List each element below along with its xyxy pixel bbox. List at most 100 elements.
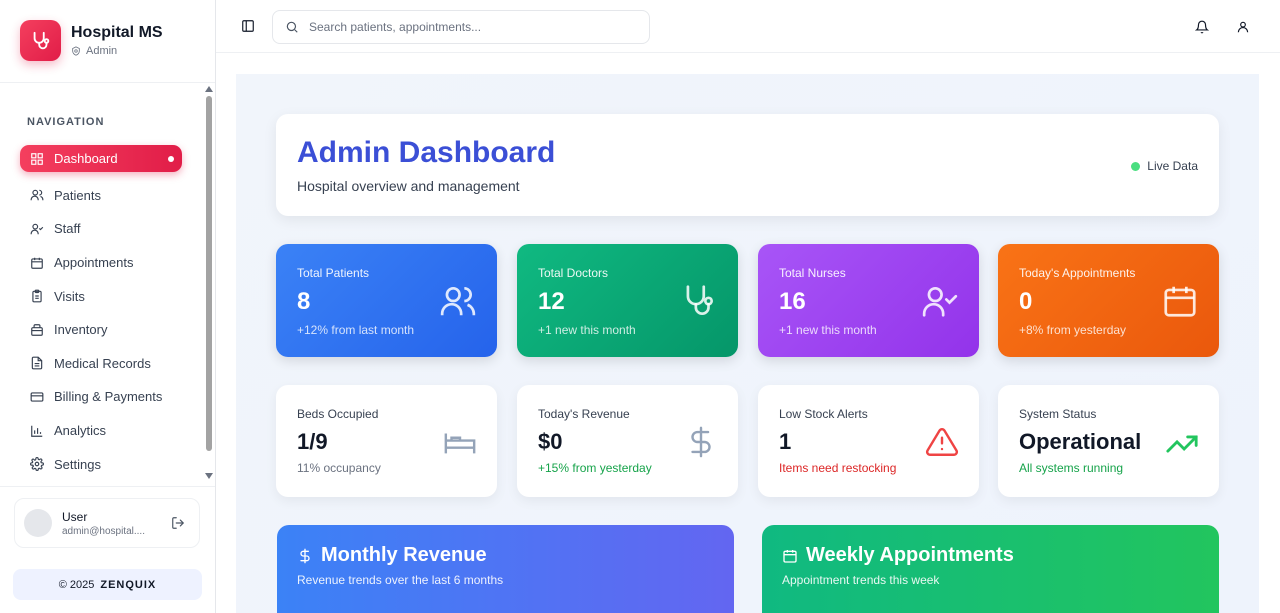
panel-subtitle: Revenue trends over the last 6 months	[297, 573, 504, 587]
calendar-icon	[783, 549, 797, 563]
stat-card-total-nurses[interactable]: Total Nurses 16 +1 new this month	[758, 244, 979, 357]
copyright: © 2025	[58, 578, 95, 591]
stat-value: 16	[779, 288, 806, 315]
user-email: admin@hospital....	[62, 525, 145, 537]
sidebar-item-inventory[interactable]: Inventory	[20, 313, 182, 347]
main-content: Admin Dashboard Hospital overview and ma…	[236, 74, 1259, 613]
calendar-icon	[31, 257, 43, 269]
sidebar-toggle-icon[interactable]	[241, 19, 255, 33]
sidebar-item-settings[interactable]: Settings	[20, 447, 182, 481]
live-dot	[1131, 161, 1141, 171]
sidebar-item-label: Visits	[54, 288, 85, 304]
stat-value: 1/9	[297, 429, 328, 454]
stat-label: Today's Revenue	[538, 407, 630, 421]
panel-title: Weekly Appointments	[806, 544, 1014, 566]
alert-triangle-icon	[925, 428, 959, 456]
stat-note: 11% occupancy	[297, 461, 381, 475]
stat-card-total-doctors[interactable]: Total Doctors 12 +1 new this month	[517, 244, 738, 357]
stat-card-beds-occupied[interactable]: Beds Occupied 1/9 11% occupancy	[276, 385, 497, 497]
scrollbar-thumb[interactable]	[206, 96, 212, 451]
bed-icon	[444, 433, 476, 454]
sidebar-item-billing[interactable]: Billing & Payments	[20, 380, 182, 414]
user-card[interactable]: User admin@hospital....	[14, 498, 200, 548]
stat-value: 1	[779, 429, 792, 454]
dollar-icon	[300, 548, 310, 563]
page-title: Admin Dashboard	[297, 136, 556, 169]
active-dot	[168, 155, 174, 162]
stethoscope-logo-icon	[20, 20, 61, 61]
sidebar-item-patients[interactable]: Patients	[20, 179, 182, 213]
stat-label: Total Nurses	[779, 266, 846, 280]
page-subtitle: Hospital overview and management	[297, 178, 520, 194]
search-icon	[286, 21, 298, 33]
stat-card-low-stock-alerts[interactable]: Low Stock Alerts 1 Items need restocking	[758, 385, 979, 497]
users-icon	[440, 286, 476, 316]
clipboard-icon	[32, 289, 42, 303]
stat-note: +1 new this month	[538, 323, 636, 337]
sidebar-item-label: Analytics	[54, 423, 107, 439]
dashboard-header: Admin Dashboard Hospital overview and ma…	[276, 114, 1219, 216]
sidebar-item-analytics[interactable]: Analytics	[20, 414, 182, 448]
users-icon	[30, 190, 44, 201]
trending-up-icon	[1166, 435, 1198, 453]
stat-label: Low Stock Alerts	[779, 407, 868, 421]
user-name: User	[62, 509, 88, 524]
stat-label: System Status	[1019, 407, 1097, 421]
stat-value: Operational	[1019, 429, 1142, 454]
sidebar-item-label: Staff	[54, 221, 81, 237]
footer-brand: ZENQUIX	[100, 578, 157, 591]
stat-note: All systems running	[1019, 461, 1124, 475]
sidebar-item-label: Dashboard	[54, 151, 118, 166]
footer: © 2025 ZENQUIX	[13, 569, 202, 600]
stat-card-todays-revenue[interactable]: Today's Revenue $0 +15% from yesterday	[517, 385, 738, 497]
divider	[0, 82, 215, 83]
user-check-icon	[922, 286, 958, 317]
stat-note: Items need restocking	[779, 461, 897, 475]
brand[interactable]: Hospital MS Admin	[20, 20, 163, 61]
sidebar-item-label: Medical Records	[54, 355, 151, 371]
sidebar-item-label: Inventory	[54, 322, 108, 338]
stat-note: +12% from last month	[297, 323, 415, 337]
dollar-icon	[691, 426, 711, 458]
scroll-down-arrow-icon[interactable]	[205, 473, 213, 479]
stat-value: 12	[538, 288, 565, 315]
panel-title: Monthly Revenue	[321, 544, 487, 566]
stat-card-system-status[interactable]: System Status Operational All systems ru…	[998, 385, 1219, 497]
sidebar-item-label: Patients	[54, 187, 101, 203]
sidebar: Hospital MS Admin NAVIGATION Dashboard P…	[0, 0, 216, 613]
live-label: Live Data	[1147, 159, 1198, 173]
stethoscope-icon	[686, 285, 714, 315]
sidebar-item-appointments[interactable]: Appointments	[20, 246, 182, 280]
user-check-icon	[30, 223, 44, 235]
search-placeholder: Search patients, appointments...	[309, 20, 482, 34]
stat-label: Total Doctors	[538, 266, 609, 280]
monthly-revenue-panel: Monthly Revenue Revenue trends over the …	[277, 525, 734, 613]
logout-icon[interactable]	[171, 516, 185, 530]
stat-value: 8	[297, 288, 311, 315]
topbar: Search patients, appointments...	[216, 0, 1280, 53]
sidebar-scrollbar[interactable]	[202, 82, 214, 487]
search-input[interactable]: Search patients, appointments...	[272, 10, 650, 44]
stat-label: Today's Appointments	[1019, 266, 1136, 280]
sidebar-item-label: Appointments	[54, 255, 134, 271]
stat-value: 0	[1019, 288, 1033, 315]
credit-card-icon	[30, 392, 44, 402]
bell-icon[interactable]	[1195, 20, 1209, 34]
package-icon	[31, 323, 43, 336]
sidebar-item-medical-records[interactable]: Medical Records	[20, 347, 182, 381]
user-role: Admin	[86, 45, 118, 57]
sidebar-item-visits[interactable]: Visits	[20, 279, 182, 313]
weekly-appointments-panel: Weekly Appointments Appointment trends t…	[762, 525, 1219, 613]
file-text-icon	[31, 356, 43, 370]
sidebar-item-staff[interactable]: Staff	[20, 212, 182, 246]
stat-label: Beds Occupied	[297, 407, 379, 421]
scroll-up-arrow-icon[interactable]	[205, 86, 213, 92]
stat-value: $0	[538, 429, 563, 454]
user-icon[interactable]	[1236, 20, 1250, 34]
sidebar-item-label: Settings	[54, 456, 101, 472]
bar-chart-icon	[31, 425, 43, 437]
stat-note: +8% from yesterday	[1019, 323, 1127, 337]
stat-card-todays-appointments[interactable]: Today's Appointments 0 +8% from yesterda…	[998, 244, 1219, 357]
stat-card-total-patients[interactable]: Total Patients 8 +12% from last month	[276, 244, 497, 357]
sidebar-item-dashboard[interactable]: Dashboard	[20, 145, 182, 172]
